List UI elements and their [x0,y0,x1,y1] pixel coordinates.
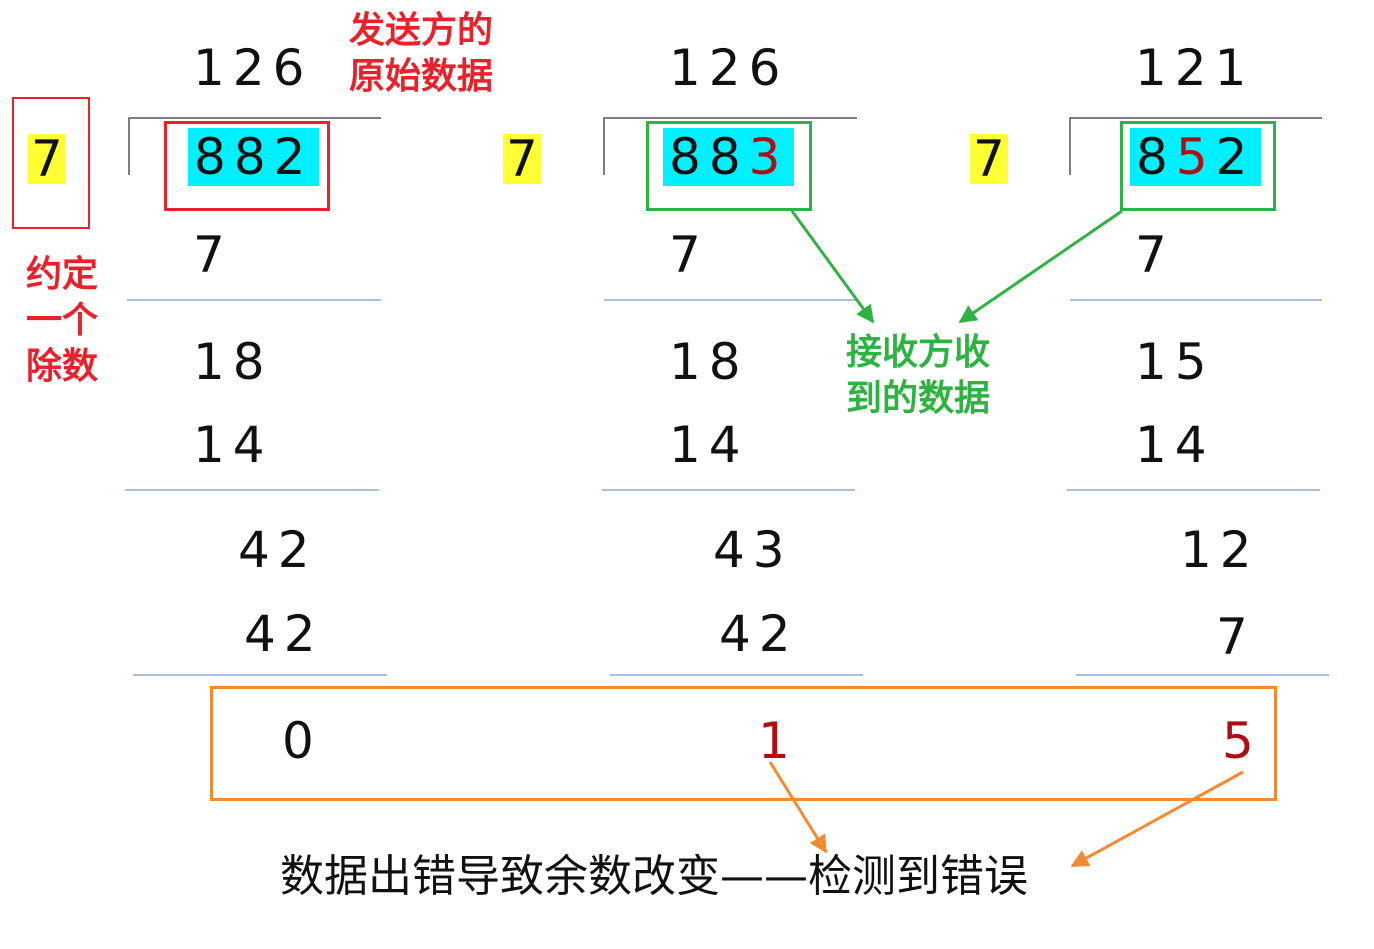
step-value: 14 [193,416,273,474]
step-value: 7 [669,226,709,284]
divisor-1: 7 [28,134,66,184]
dividend-digit: 8 [1136,128,1176,186]
step-value: 14 [1135,416,1215,474]
step-value: 18 [193,333,273,391]
dividend-digit-changed: 5 [1175,128,1216,186]
step-value: 18 [669,333,749,391]
step-value: 14 [669,416,749,474]
dividend-digit-changed: 3 [748,128,789,186]
divisor-3: 7 [970,134,1008,184]
remainder-3: 5 [1222,712,1262,770]
dividend-1: 882 [188,128,320,186]
step-value: 7 [193,226,233,284]
step-value: 42 [244,605,324,663]
dividend-digit: 2 [1215,128,1256,186]
step-value: 42 [719,605,799,663]
dividend-digit: 8 [194,128,234,186]
remainder-1: 0 [282,712,322,770]
step-value: 42 [238,521,318,579]
remainder-box [210,686,1277,801]
quotient-1: 126 [193,39,313,97]
step-value: 7 [1135,226,1175,284]
remainder-2: 1 [758,712,798,770]
dividend-digit: 8 [669,128,709,186]
dividend-digit: 2 [273,128,314,186]
receiver-data-label: 接收方收 到的数据 [846,332,991,420]
sender-data-label: 发送方的 原始数据 [349,10,494,98]
dividend-3: 852 [1130,128,1262,186]
step-value: 7 [1216,608,1256,666]
step-value: 43 [713,521,793,579]
green-arrow-1 [790,210,875,324]
agreed-divisor-label: 约定 一个 除数 [26,254,99,388]
dividend-digit: 8 [708,128,749,186]
step-value: 12 [1180,521,1260,579]
dividend-digit: 8 [233,128,274,186]
quotient-3: 121 [1135,39,1255,97]
step-value: 15 [1135,333,1215,391]
quotient-2: 126 [669,39,789,97]
green-arrow-2 [958,209,1123,324]
dividend-2: 883 [663,128,795,186]
divisor-2: 7 [503,134,541,184]
conclusion-text: 数据出错导致余数改变——检测到错误 [280,851,1028,902]
